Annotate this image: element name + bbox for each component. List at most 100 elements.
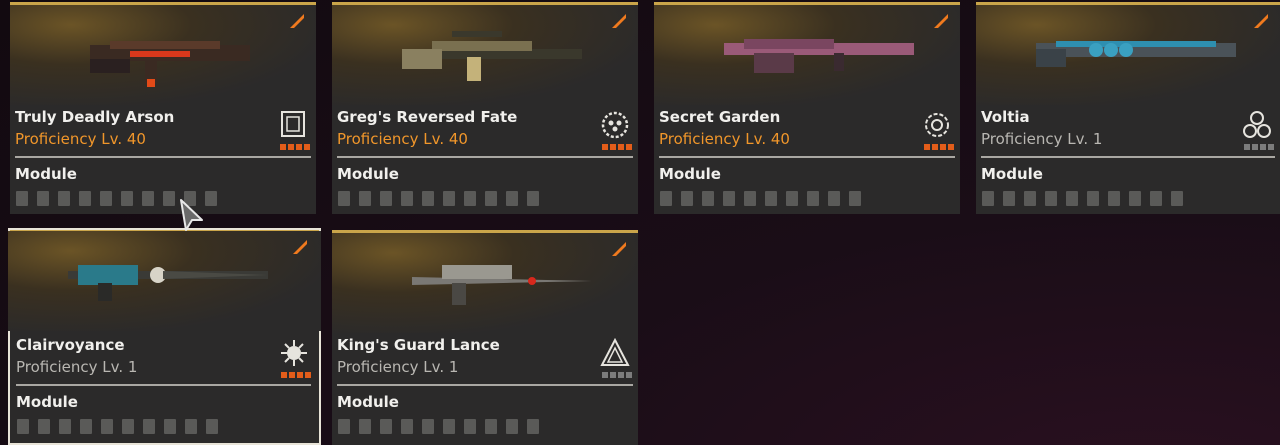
weapon-art bbox=[8, 231, 321, 331]
module-slot[interactable] bbox=[143, 419, 155, 434]
module-slot[interactable] bbox=[101, 419, 113, 434]
module-slot[interactable] bbox=[1087, 191, 1099, 206]
module-slot[interactable] bbox=[744, 191, 756, 206]
module-slot[interactable] bbox=[359, 419, 371, 434]
module-slots bbox=[982, 191, 1183, 206]
weapon-card[interactable]: Greg's Reversed Fate Proficiency Lv. 40 … bbox=[332, 2, 638, 214]
module-slot[interactable] bbox=[702, 191, 714, 206]
module-label: Module bbox=[981, 165, 1043, 183]
star-icon bbox=[297, 372, 303, 378]
module-slot[interactable] bbox=[1171, 191, 1183, 206]
shield-grid-emblem-icon bbox=[281, 111, 305, 137]
module-slot[interactable] bbox=[338, 419, 350, 434]
module-slot[interactable] bbox=[506, 191, 518, 206]
module-slot[interactable] bbox=[527, 419, 539, 434]
weapon-card[interactable]: Clairvoyance Proficiency Lv. 1 Module bbox=[8, 228, 321, 445]
ammo-badge-icon bbox=[290, 14, 304, 28]
weapon-art bbox=[654, 5, 960, 105]
rifle-image bbox=[724, 39, 914, 73]
star-icon bbox=[1268, 144, 1274, 150]
module-slot[interactable] bbox=[185, 419, 197, 434]
rifle-image bbox=[402, 31, 582, 81]
triple-circle-emblem-icon bbox=[1243, 111, 1271, 138]
module-slot[interactable] bbox=[401, 419, 413, 434]
weapon-card[interactable]: Truly Deadly Arson Proficiency Lv. 40 Mo… bbox=[10, 2, 316, 214]
module-slot[interactable] bbox=[100, 191, 112, 206]
module-slot[interactable] bbox=[485, 419, 497, 434]
module-slot[interactable] bbox=[401, 191, 413, 206]
star-icon bbox=[626, 372, 632, 378]
rifle-image bbox=[90, 41, 250, 87]
star-icon bbox=[1244, 144, 1250, 150]
weapon-name: Truly Deadly Arson bbox=[15, 108, 175, 126]
weapon-card[interactable]: King's Guard Lance Proficiency Lv. 1 Mod… bbox=[332, 230, 638, 445]
module-slot[interactable] bbox=[723, 191, 735, 206]
module-slot[interactable] bbox=[681, 191, 693, 206]
module-slot[interactable] bbox=[380, 191, 392, 206]
star-icon bbox=[280, 144, 286, 150]
module-slot[interactable] bbox=[464, 191, 476, 206]
module-slot[interactable] bbox=[422, 191, 434, 206]
module-slots bbox=[660, 191, 861, 206]
weapon-card[interactable]: Voltia Proficiency Lv. 1 Module bbox=[976, 2, 1280, 214]
module-slot[interactable] bbox=[38, 419, 50, 434]
module-slot[interactable] bbox=[205, 191, 217, 206]
module-slot[interactable] bbox=[786, 191, 798, 206]
module-slot[interactable] bbox=[338, 191, 350, 206]
weapon-name: Greg's Reversed Fate bbox=[337, 108, 518, 126]
star-icon bbox=[289, 372, 295, 378]
module-slot[interactable] bbox=[142, 191, 154, 206]
module-slot[interactable] bbox=[380, 419, 392, 434]
proficiency-level: Proficiency Lv. 40 bbox=[659, 130, 790, 148]
star-icon bbox=[288, 144, 294, 150]
weapon-card[interactable]: Secret Garden Proficiency Lv. 40 Module bbox=[654, 2, 960, 214]
star-icon bbox=[924, 144, 930, 150]
module-slot[interactable] bbox=[37, 191, 49, 206]
module-slot[interactable] bbox=[79, 191, 91, 206]
star-icon bbox=[305, 372, 311, 378]
module-slot[interactable] bbox=[506, 419, 518, 434]
module-slot[interactable] bbox=[982, 191, 994, 206]
module-slot[interactable] bbox=[1003, 191, 1015, 206]
module-slot[interactable] bbox=[17, 419, 29, 434]
module-slot[interactable] bbox=[80, 419, 92, 434]
module-slot[interactable] bbox=[1108, 191, 1120, 206]
module-slot[interactable] bbox=[464, 419, 476, 434]
module-slot[interactable] bbox=[16, 191, 28, 206]
triangle-emblem-icon bbox=[600, 338, 630, 366]
proficiency-level: Proficiency Lv. 40 bbox=[15, 130, 146, 148]
spiked-orb-emblem-icon bbox=[281, 340, 307, 366]
weapon-art bbox=[10, 5, 316, 105]
module-slot[interactable] bbox=[807, 191, 819, 206]
module-slot[interactable] bbox=[765, 191, 777, 206]
module-slot[interactable] bbox=[527, 191, 539, 206]
module-slot[interactable] bbox=[485, 191, 497, 206]
module-slot[interactable] bbox=[359, 191, 371, 206]
module-slot[interactable] bbox=[828, 191, 840, 206]
module-slots bbox=[17, 419, 218, 434]
module-slot[interactable] bbox=[443, 419, 455, 434]
module-slot[interactable] bbox=[1024, 191, 1036, 206]
module-label: Module bbox=[659, 165, 721, 183]
rifle-image bbox=[68, 265, 268, 301]
module-slot[interactable] bbox=[59, 419, 71, 434]
module-slot[interactable] bbox=[121, 191, 133, 206]
module-slot[interactable] bbox=[1150, 191, 1162, 206]
module-slot[interactable] bbox=[164, 419, 176, 434]
module-slot[interactable] bbox=[1066, 191, 1078, 206]
module-slot[interactable] bbox=[660, 191, 672, 206]
module-slot[interactable] bbox=[122, 419, 134, 434]
module-slot[interactable] bbox=[163, 191, 175, 206]
module-slot[interactable] bbox=[1045, 191, 1057, 206]
module-slot[interactable] bbox=[58, 191, 70, 206]
star-icon bbox=[940, 144, 946, 150]
module-slot[interactable] bbox=[206, 419, 218, 434]
ammo-badge-icon bbox=[612, 14, 626, 28]
module-slot[interactable] bbox=[1129, 191, 1141, 206]
weapon-name: Clairvoyance bbox=[16, 336, 125, 354]
ammo-badge-icon bbox=[612, 242, 626, 256]
module-slot[interactable] bbox=[422, 419, 434, 434]
divider bbox=[16, 384, 311, 386]
module-slot[interactable] bbox=[849, 191, 861, 206]
module-slot[interactable] bbox=[443, 191, 455, 206]
